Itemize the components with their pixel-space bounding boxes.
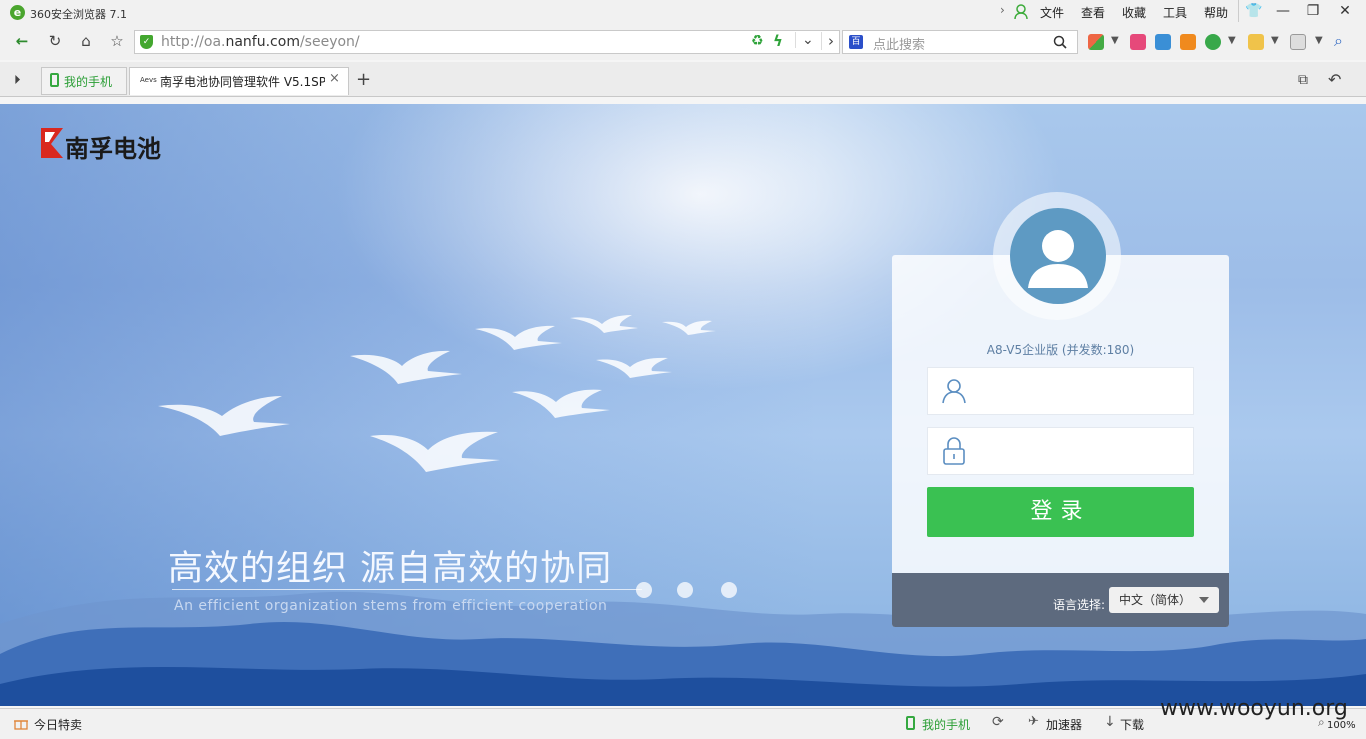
lock-icon	[943, 437, 965, 465]
security-shield-icon: ✓	[140, 35, 153, 49]
chevron-right-icon[interactable]: ›	[1000, 3, 1005, 17]
tab-label: 南孚电池协同管理软件 V5.1SP1	[160, 75, 325, 89]
browser-logo-icon: e	[10, 5, 25, 20]
accelerator-button[interactable]: 加速器	[1046, 716, 1082, 733]
birds-illustration	[158, 315, 716, 472]
translate-icon[interactable]	[1155, 34, 1171, 50]
forward-icon[interactable]: ›	[821, 32, 834, 50]
zoom-search-icon[interactable]: ⌕	[1334, 31, 1343, 51]
site-favicon: Aevs	[140, 76, 157, 84]
game-dropdown-icon[interactable]: ▼	[1271, 35, 1279, 46]
chevron-down-icon	[1199, 597, 1209, 603]
menu-favorites[interactable]: 收藏	[1122, 4, 1146, 21]
carousel-dot-3[interactable]	[721, 582, 737, 598]
language-value: 中文（简体）	[1119, 593, 1192, 607]
skin-icon[interactable]: 👕	[1238, 0, 1269, 22]
phone-icon	[906, 716, 915, 730]
flight-icon[interactable]	[1180, 34, 1196, 50]
undo-close-icon[interactable]: ↶	[1328, 70, 1341, 89]
sidebar-toggle-icon[interactable]: ⏵	[14, 73, 21, 88]
tab-label: 我的手机	[64, 75, 113, 89]
payment-dropdown-icon[interactable]: ▼	[1228, 35, 1236, 46]
menu-view[interactable]: 查看	[1081, 4, 1105, 21]
phone-icon	[50, 73, 59, 87]
language-select[interactable]: 中文（简体）	[1109, 587, 1219, 613]
status-my-phone[interactable]: 我的手机	[922, 716, 970, 733]
minimize-button[interactable]: —	[1268, 0, 1298, 22]
address-bar[interactable]: ✓ http://oa.nanfu.com/seeyon/ ♻ ϟ ⌄ ›	[134, 30, 840, 54]
password-field[interactable]	[927, 427, 1194, 475]
carousel-dot-2[interactable]	[677, 582, 693, 598]
slogan-english: An efficient organization stems from eff…	[174, 598, 608, 614]
recycle-icon[interactable]: ♻	[751, 33, 764, 49]
user-icon[interactable]	[1013, 4, 1029, 20]
restore-tab-icon[interactable]: ⧉	[1298, 72, 1308, 88]
edition-label: A8-V5企业版 (并发数:180)	[986, 343, 1135, 357]
slogan: 高效的组织 源自高效的协同	[168, 549, 613, 589]
search-engine-icon[interactable]: 百	[849, 35, 863, 49]
title-bar: e 360安全浏览器 7.1 › 文件 查看 收藏 工具 帮助 👕 — ❐ ✕	[0, 0, 1366, 26]
search-icon[interactable]	[1053, 35, 1067, 49]
carousel-dot-1[interactable]	[636, 582, 652, 598]
back-button[interactable]: ←	[10, 30, 34, 52]
apps-icon[interactable]	[1088, 34, 1104, 50]
address-url[interactable]: http://oa.nanfu.com/seeyon/	[161, 34, 360, 50]
tab-seeyon[interactable]: Aevs 南孚电池协同管理软件 V5.1SP1 ×	[129, 67, 349, 95]
tab-my-phone[interactable]: 我的手机	[41, 67, 127, 95]
menu-help[interactable]: 帮助	[1204, 4, 1228, 21]
screenshot-dropdown-icon[interactable]: ▼	[1315, 35, 1323, 46]
home-button[interactable]: ⌂	[74, 30, 98, 52]
window-title: 360安全浏览器 7.1	[30, 8, 127, 21]
search-input[interactable]: 点此搜索	[873, 34, 925, 53]
apps-dropdown-icon[interactable]: ▼	[1111, 35, 1119, 46]
close-tab-icon[interactable]: ×	[329, 71, 340, 86]
search-box[interactable]: 百 点此搜索	[842, 30, 1078, 54]
new-tab-button[interactable]: +	[356, 69, 371, 90]
maximize-button[interactable]: ❐	[1298, 0, 1328, 22]
user-icon	[942, 379, 966, 404]
download-button[interactable]: 下载	[1120, 716, 1144, 733]
menu-tools[interactable]: 工具	[1163, 4, 1187, 21]
refresh-button[interactable]: ↻	[43, 30, 67, 52]
game-icon[interactable]	[1248, 34, 1264, 50]
language-label: 语言选择:	[1053, 598, 1106, 612]
brand-mark-icon	[41, 128, 63, 158]
zoom-level[interactable]: 100%	[1327, 720, 1356, 731]
payment-shield-icon[interactable]	[1205, 34, 1221, 50]
close-button[interactable]: ✕	[1330, 0, 1360, 22]
brand-name: 南孚电池	[65, 135, 161, 163]
extension-icon[interactable]	[1130, 34, 1146, 50]
rocket-icon: ✈	[1028, 714, 1039, 729]
watermark: www.wooyun.org	[1160, 696, 1348, 721]
username-field[interactable]	[927, 367, 1194, 415]
screenshot-icon[interactable]	[1290, 34, 1306, 50]
slogan-divider	[172, 589, 642, 590]
download-icon: ↓	[1104, 714, 1116, 730]
refresh-icon[interactable]: ⟳	[992, 714, 1004, 730]
user-avatar-icon	[1028, 230, 1088, 288]
menu-file[interactable]: 文件	[1040, 4, 1064, 21]
dropdown-icon[interactable]: ⌄	[795, 32, 814, 48]
avatar	[1010, 208, 1106, 304]
speed-mode-icon[interactable]: ϟ	[773, 32, 783, 50]
favorite-star-button[interactable]: ☆	[105, 30, 129, 52]
gift-icon	[14, 720, 28, 730]
daily-deals-link[interactable]: 今日特卖	[34, 716, 82, 733]
login-button[interactable]: 登录	[927, 487, 1194, 537]
